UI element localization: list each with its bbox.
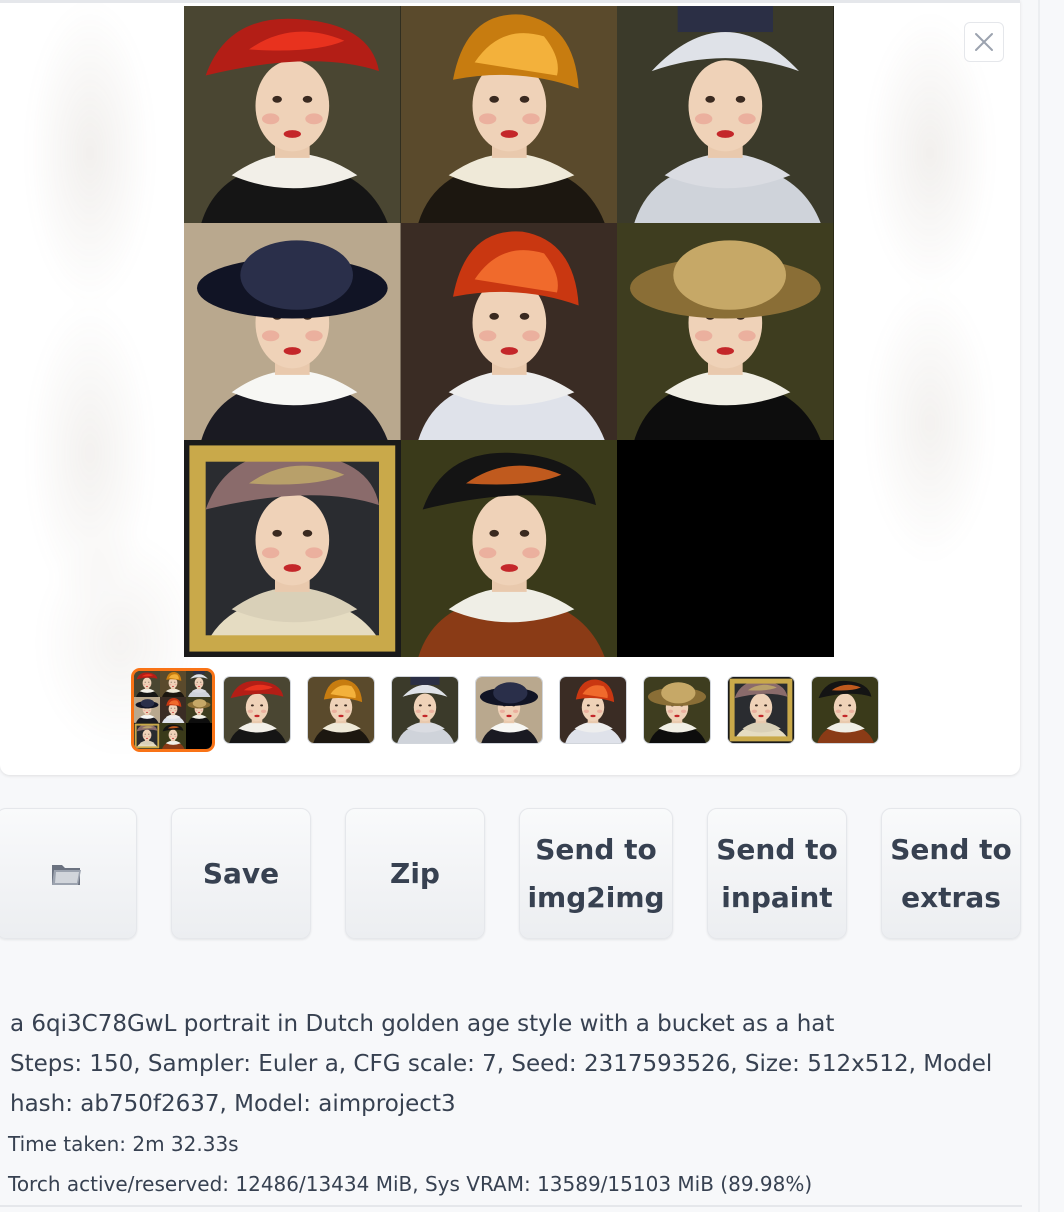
send-to-inpaint-button[interactable]: Send to inpaint [707, 808, 847, 939]
params-text-line2: hash: ab750f2637, Model: aimproject3 [10, 1091, 456, 1117]
vram-usage: Torch active/reserved: 12486/13434 MiB, … [8, 1172, 813, 1196]
grid-tile [400, 6, 618, 223]
generation-info: a 6qi3C78GwL portrait in Dutch golden ag… [8, 1004, 1020, 1204]
save-button-label: Save [202, 856, 280, 890]
close-button[interactable] [964, 22, 1004, 62]
thumbnail[interactable] [812, 677, 878, 743]
divider [1038, 0, 1040, 1212]
grid-tile [184, 440, 401, 657]
zip-button[interactable]: Zip [345, 808, 485, 939]
open-folder-button[interactable] [0, 808, 137, 939]
grid-tile [617, 6, 834, 223]
send-to-inpaint-label: Send to inpaint [716, 832, 838, 914]
divider [0, 1205, 1022, 1207]
params-text-line1: Steps: 150, Sampler: Euler a, CFG scale:… [10, 1051, 993, 1077]
grid-tile [400, 440, 618, 657]
zip-button-label: Zip [390, 856, 440, 890]
grid-tile [184, 6, 401, 223]
gallery-panel [0, 0, 1020, 775]
grid-tile-empty [617, 440, 834, 657]
folder-icon [51, 864, 81, 885]
send-to-img2img-button[interactable]: Send to img2img [519, 808, 673, 939]
grid-tile [400, 223, 618, 440]
thumbnail[interactable] [224, 677, 290, 743]
close-icon [975, 33, 993, 51]
prompt-text: a 6qi3C78GwL portrait in Dutch golden ag… [10, 1011, 835, 1037]
thumbnail[interactable] [308, 677, 374, 743]
save-button[interactable]: Save [171, 808, 311, 939]
thumbnail[interactable] [476, 677, 542, 743]
thumbnail[interactable] [560, 677, 626, 743]
thumbnail[interactable] [392, 677, 458, 743]
thumbnail[interactable] [644, 677, 710, 743]
send-to-extras-button[interactable]: Send to extras [881, 808, 1021, 939]
thumbnail-grid[interactable] [134, 671, 212, 749]
main-image-grid[interactable] [184, 6, 834, 657]
thumbnail[interactable] [728, 677, 794, 743]
send-to-extras-label: Send to extras [890, 832, 1012, 914]
time-taken: Time taken: 2m 32.33s [8, 1132, 239, 1156]
send-to-img2img-label: Send to img2img [527, 832, 665, 914]
grid-tile [184, 223, 401, 440]
grid-tile [617, 223, 834, 440]
